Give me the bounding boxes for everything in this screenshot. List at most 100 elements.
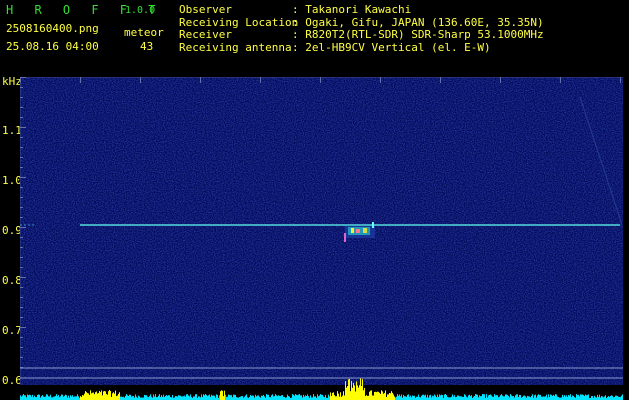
histogram-bar: [250, 394, 251, 400]
histogram-bar: [84, 393, 85, 400]
histogram-bar: [262, 395, 263, 400]
histogram-bar: [308, 396, 309, 400]
histogram-bar: [503, 396, 504, 400]
histogram-bar: [489, 394, 490, 400]
histogram-bar: [535, 394, 536, 400]
histogram-bar: [208, 395, 209, 400]
histogram-bar: [355, 391, 356, 400]
histogram-bar: [382, 391, 383, 400]
histogram-bar: [178, 395, 179, 400]
histogram-bar: [220, 391, 221, 400]
histogram-bar: [206, 394, 207, 400]
histogram-bar: [132, 396, 133, 400]
histogram-bar: [588, 394, 589, 400]
histogram-bar: [525, 396, 526, 400]
histogram-bar: [330, 392, 331, 400]
histogram-bar: [350, 391, 351, 400]
histogram-bar: [597, 394, 598, 400]
histogram-bar: [407, 394, 408, 400]
histogram-bar: [331, 395, 332, 400]
histogram-bar: [42, 395, 43, 400]
histogram-bar: [37, 394, 38, 400]
app-version: 1.0.0: [125, 5, 156, 16]
histogram-bar: [85, 391, 86, 400]
histogram-bar: [405, 396, 406, 400]
histogram-bar: [149, 396, 150, 400]
histogram-bar: [510, 394, 511, 400]
histogram-bar: [110, 390, 111, 400]
histogram-bar: [214, 395, 215, 400]
histogram-bar: [602, 396, 603, 400]
histogram-bar: [229, 394, 230, 400]
histogram-bar: [353, 382, 354, 400]
histogram-bar: [58, 394, 59, 400]
histogram-bar: [50, 394, 51, 400]
histogram-bar: [175, 396, 176, 400]
histogram-bar: [615, 395, 616, 400]
histogram-bar: [235, 394, 236, 400]
histogram-bar: [271, 395, 272, 400]
histogram-bar: [339, 396, 340, 400]
histogram-bar: [86, 392, 87, 400]
histogram-bar: [66, 395, 67, 400]
histogram-bar: [540, 394, 541, 400]
meteor-count: 43: [140, 40, 154, 53]
histogram-bar: [62, 394, 63, 400]
histogram-bar: [167, 395, 168, 400]
echo-spot: [363, 228, 367, 233]
histogram-bar: [211, 394, 212, 400]
histogram-bar: [471, 395, 472, 400]
histogram-bar: [437, 394, 438, 400]
histogram-bar: [126, 394, 127, 400]
histogram-bar: [116, 396, 117, 400]
histogram-bar: [83, 395, 84, 400]
histogram-bar: [373, 395, 374, 400]
info-key: Receiving antenna: [179, 40, 292, 54]
histogram-bar: [319, 395, 320, 400]
histogram-bar: [48, 396, 49, 400]
histogram-bar: [80, 396, 81, 400]
histogram-bar: [523, 395, 524, 400]
histogram-bar: [389, 392, 390, 400]
histogram-bar: [349, 378, 350, 400]
histogram-bar: [31, 396, 32, 400]
histogram-bar: [357, 385, 358, 400]
histogram-bar: [495, 395, 496, 400]
histogram-bar: [99, 390, 100, 400]
histogram-bar: [129, 394, 130, 400]
histogram-bar: [28, 395, 29, 400]
waterfall-spectrogram[interactable]: [20, 77, 623, 400]
histogram-bar: [49, 396, 50, 400]
freq-label-1-1: 1.1: [2, 124, 22, 137]
histogram-bar: [465, 395, 466, 400]
histogram-bar: [345, 381, 346, 400]
histogram-bar: [351, 381, 352, 400]
histogram-bar: [346, 387, 347, 400]
histogram-bar: [398, 395, 399, 400]
histogram-bar: [332, 392, 333, 400]
histogram-bar: [501, 394, 502, 400]
histogram-bar: [542, 396, 543, 400]
histogram-bar: [616, 395, 617, 400]
histogram-bar: [528, 396, 529, 400]
info-value: : Takanori Kawachi: [292, 3, 412, 16]
histogram-bar: [328, 394, 329, 400]
histogram-bar: [482, 394, 483, 400]
histogram-bar: [484, 394, 485, 400]
histogram-bar: [611, 395, 612, 400]
waterfall-canvas: [20, 77, 623, 400]
histogram-bar: [145, 395, 146, 400]
histogram-bar: [344, 395, 345, 400]
histogram-bar: [32, 394, 33, 400]
histogram-bar: [23, 394, 24, 400]
histogram-bar: [441, 394, 442, 400]
histogram-bar: [198, 396, 199, 400]
histogram-bar: [383, 393, 384, 400]
histogram-bar: [435, 395, 436, 400]
histogram-bar: [459, 396, 460, 400]
histogram-bar: [276, 395, 277, 400]
histogram-bar: [570, 394, 571, 400]
histogram-bar: [219, 395, 220, 400]
histogram-bar: [477, 394, 478, 400]
histogram-bar: [57, 396, 58, 400]
